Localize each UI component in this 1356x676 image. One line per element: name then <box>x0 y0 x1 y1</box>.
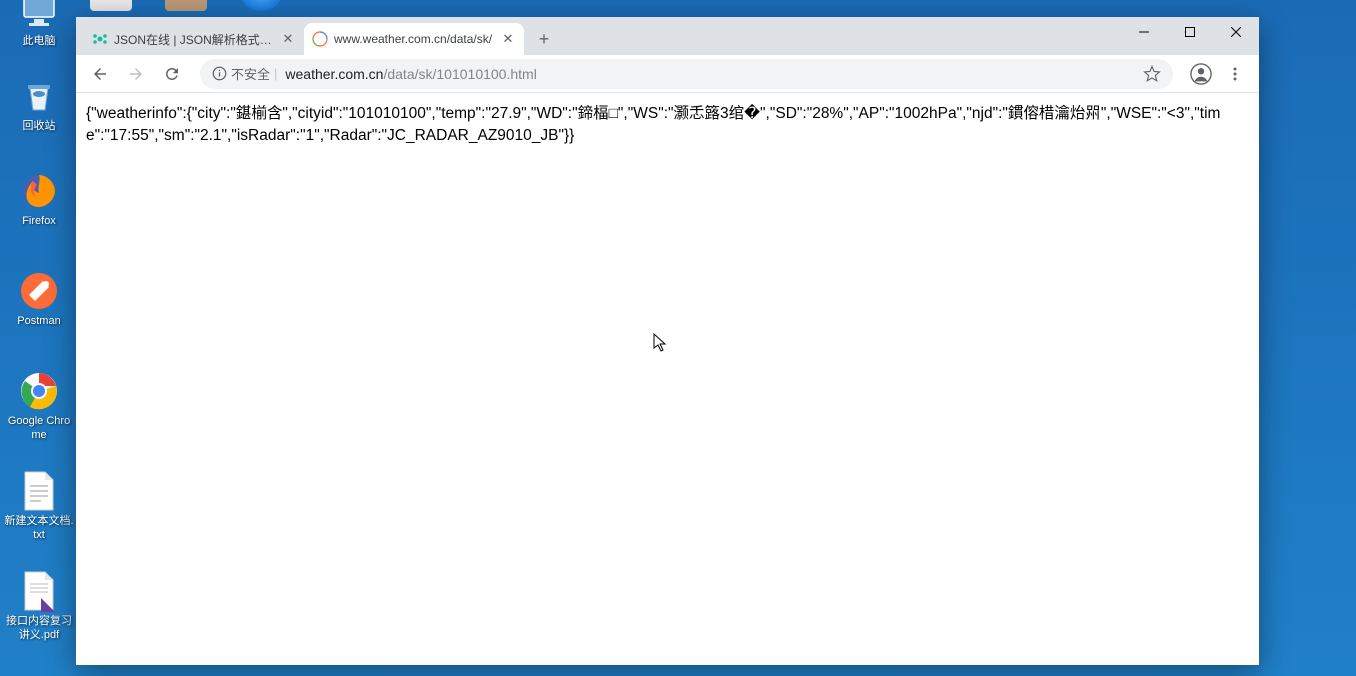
window-controls <box>1121 17 1259 47</box>
desktop-icon-partial[interactable] <box>240 0 282 11</box>
bookmark-star-icon[interactable] <box>1143 65 1161 83</box>
url-host: weather.com.cn <box>285 66 383 82</box>
favicon-json-icon <box>92 31 108 47</box>
forward-button[interactable] <box>120 58 152 90</box>
postman-icon <box>18 270 60 312</box>
icon-label: Google Chrome <box>4 414 74 443</box>
menu-button[interactable] <box>1219 58 1251 90</box>
firefox-icon <box>18 170 60 212</box>
desktop-icon-chrome[interactable]: Google Chrome <box>4 370 74 443</box>
desktop-icon-firefox[interactable]: Firefox <box>4 170 74 228</box>
desktop-icon-pdf[interactable]: 接口内容复习讲义.pdf <box>4 570 74 643</box>
minimize-button[interactable] <box>1121 17 1167 47</box>
maximize-button[interactable] <box>1167 17 1213 47</box>
chrome-icon <box>18 370 60 412</box>
reload-button[interactable] <box>156 58 188 90</box>
page-content[interactable]: {"weatherinfo":{"city":"鍖椾含","cityid":"1… <box>76 93 1259 665</box>
url-path: /data/sk/101010100.html <box>383 66 536 82</box>
icon-label: 此电脑 <box>23 34 56 48</box>
desktop-icon-textfile[interactable]: 新建文本文档.txt <box>4 470 74 543</box>
url-text: weather.com.cn/data/sk/101010100.html <box>285 66 1135 82</box>
tab-strip: JSON在线 | JSON解析格式化—S ✕ www.weather.com.c… <box>76 17 1259 55</box>
tab-close-icon[interactable]: ✕ <box>280 31 296 47</box>
desktop-icon-recycle-bin[interactable]: 回收站 <box>4 75 74 133</box>
icon-label: Postman <box>17 314 60 328</box>
desktop-icon-partial[interactable] <box>90 0 132 11</box>
text-file-icon <box>18 470 60 512</box>
tab-title: www.weather.com.cn/data/sk/ <box>334 32 494 46</box>
desktop-icon-partial[interactable] <box>165 0 207 11</box>
icon-label: 接口内容复习讲义.pdf <box>4 614 74 643</box>
tab-weather-active[interactable]: www.weather.com.cn/data/sk/ ✕ <box>304 23 524 55</box>
browser-window: JSON在线 | JSON解析格式化—S ✕ www.weather.com.c… <box>76 17 1259 665</box>
security-text: 不安全 <box>231 64 270 83</box>
recycle-bin-icon <box>18 75 60 117</box>
json-response-text: {"weatherinfo":{"city":"鍖椾含","cityid":"1… <box>86 105 1220 144</box>
address-bar[interactable]: 不安全 | weather.com.cn/data/sk/101010100.h… <box>200 59 1173 89</box>
favicon-weather-icon <box>312 31 328 47</box>
security-status[interactable]: 不安全 | <box>212 64 277 83</box>
icon-label: 新建文本文档.txt <box>4 514 74 543</box>
tab-close-icon[interactable]: ✕ <box>500 31 516 47</box>
icon-label: Firefox <box>22 214 56 228</box>
close-button[interactable] <box>1213 17 1259 47</box>
tab-title: JSON在线 | JSON解析格式化—S <box>114 31 274 48</box>
info-icon <box>212 66 227 81</box>
browser-toolbar: 不安全 | weather.com.cn/data/sk/101010100.h… <box>76 55 1259 93</box>
profile-button[interactable] <box>1185 58 1217 90</box>
new-tab-button[interactable]: + <box>530 25 558 53</box>
desktop-icon-this-pc[interactable]: 此电脑 <box>4 0 74 48</box>
icon-label: 回收站 <box>23 119 56 133</box>
tab-json-online[interactable]: JSON在线 | JSON解析格式化—S ✕ <box>84 23 304 55</box>
pc-icon <box>18 0 60 32</box>
back-button[interactable] <box>84 58 116 90</box>
pdf-file-icon <box>18 570 60 612</box>
desktop-icon-postman[interactable]: Postman <box>4 270 74 328</box>
